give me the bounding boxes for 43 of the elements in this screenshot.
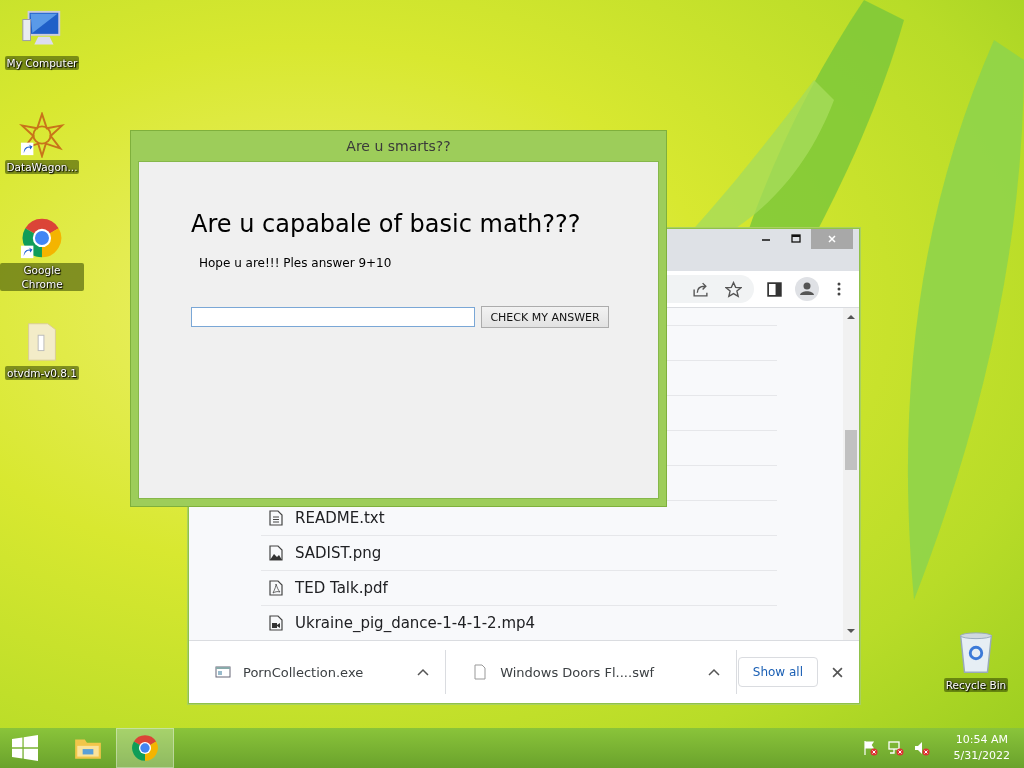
pdf-file-icon xyxy=(269,580,283,596)
windows-start-icon[interactable] xyxy=(12,735,38,761)
show-all-button[interactable]: Show all xyxy=(737,657,818,687)
file-link[interactable]: README.txt xyxy=(295,509,385,527)
maximize-icon[interactable] xyxy=(791,234,801,244)
network-error-icon[interactable] xyxy=(887,740,904,756)
side-panel-icon[interactable] xyxy=(766,280,783,298)
chrome-taskbar-button[interactable] xyxy=(116,728,174,768)
close-icon[interactable] xyxy=(832,666,843,678)
video-file-icon xyxy=(269,615,283,631)
speaker-muted-icon[interactable] xyxy=(913,740,930,756)
heading: Are u capabale of basic math??? xyxy=(191,210,582,238)
desktop-icon-label[interactable]: Recycle Bin xyxy=(943,678,1009,692)
check-answer-button[interactable]: CHECK MY ANSWER xyxy=(481,306,609,328)
flag-error-icon[interactable] xyxy=(861,740,878,756)
window-title: Are u smarts?? xyxy=(345,137,452,156)
scrollbar-thumb[interactable] xyxy=(845,430,857,470)
desktop-icon-label[interactable]: My Computer xyxy=(4,56,80,70)
scroll-down-arrow-icon[interactable] xyxy=(847,628,855,634)
chevron-up-icon[interactable] xyxy=(708,668,721,676)
chrome-icon[interactable] xyxy=(130,734,160,762)
answer-field[interactable] xyxy=(191,307,475,327)
file-link[interactable]: TED Talk.pdf xyxy=(295,579,388,597)
file-link[interactable]: Ukraine_pig_dance-1-4-1-2.mp4 xyxy=(295,614,536,632)
scrollbar[interactable] xyxy=(843,308,859,640)
file-link[interactable]: SADIST.png xyxy=(295,544,382,562)
star-pattern-icon[interactable] xyxy=(19,112,65,158)
share-icon[interactable] xyxy=(692,280,709,298)
download-name[interactable]: Windows Doors Fl....swf xyxy=(500,664,655,680)
scroll-up-arrow-icon[interactable] xyxy=(847,314,855,320)
image-file-icon xyxy=(269,545,283,561)
prompt-text: Hope u are!!! Ples answer 9+10 xyxy=(199,256,393,270)
file-icon xyxy=(472,664,489,680)
program-window-icon xyxy=(215,664,231,680)
download-name[interactable]: PornCollection.exe xyxy=(243,664,364,680)
desktop-icon-label[interactable]: Google Chrome xyxy=(0,263,84,291)
text-file-icon xyxy=(269,510,283,526)
star-icon[interactable] xyxy=(725,280,742,298)
desktop-icon-label[interactable]: otvdm-v0.8.1 xyxy=(4,366,80,380)
desktop-icon-label[interactable]: DataWagon... xyxy=(4,160,80,174)
chevron-up-icon[interactable] xyxy=(417,668,430,676)
menu-icon[interactable] xyxy=(837,281,841,297)
profile-icon[interactable] xyxy=(795,277,819,301)
